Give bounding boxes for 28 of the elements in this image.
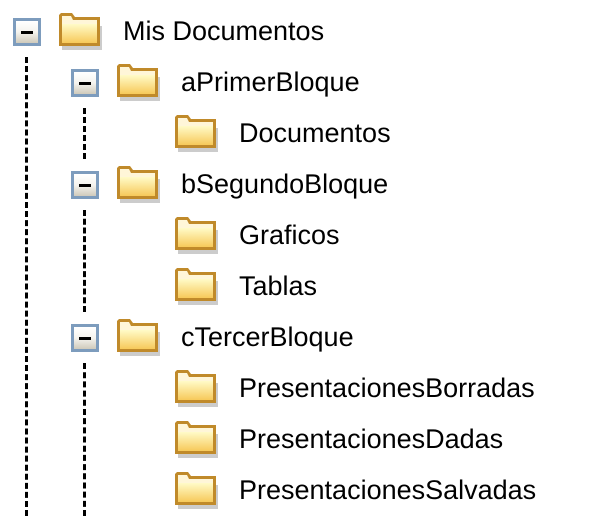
folder-icon bbox=[116, 62, 162, 102]
minus-icon bbox=[20, 30, 34, 34]
folder-icon bbox=[174, 420, 220, 460]
folder-icon bbox=[116, 318, 162, 358]
folder-label[interactable]: PresentacionesSalvadas bbox=[239, 475, 536, 506]
folder-icon bbox=[174, 114, 220, 154]
collapse-button[interactable] bbox=[71, 324, 99, 352]
folder-label[interactable]: PresentacionesBorradas bbox=[239, 373, 535, 404]
minus-icon bbox=[78, 80, 92, 84]
folder-icon bbox=[174, 216, 220, 256]
folder-icon bbox=[58, 12, 104, 52]
minus-icon bbox=[78, 182, 92, 186]
collapse-button[interactable] bbox=[71, 170, 99, 198]
collapse-button[interactable] bbox=[71, 68, 99, 96]
folder-icon bbox=[174, 266, 220, 306]
folder-label[interactable]: aPrimerBloque bbox=[181, 67, 360, 98]
folder-label[interactable]: Graficos bbox=[239, 220, 340, 251]
folder-icon bbox=[174, 368, 220, 408]
folder-icon bbox=[174, 470, 220, 510]
folder-label[interactable]: PresentacionesDadas bbox=[239, 424, 504, 455]
folder-label[interactable]: Tablas bbox=[239, 271, 318, 302]
folder-label[interactable]: Documentos bbox=[239, 118, 391, 149]
folder-label[interactable]: Mis Documentos bbox=[123, 16, 324, 47]
collapse-button[interactable] bbox=[13, 18, 41, 46]
minus-icon bbox=[78, 336, 92, 340]
folder-icon bbox=[116, 164, 162, 204]
folder-label[interactable]: cTercerBloque bbox=[181, 322, 354, 353]
folder-label[interactable]: bSegundoBloque bbox=[181, 169, 388, 200]
